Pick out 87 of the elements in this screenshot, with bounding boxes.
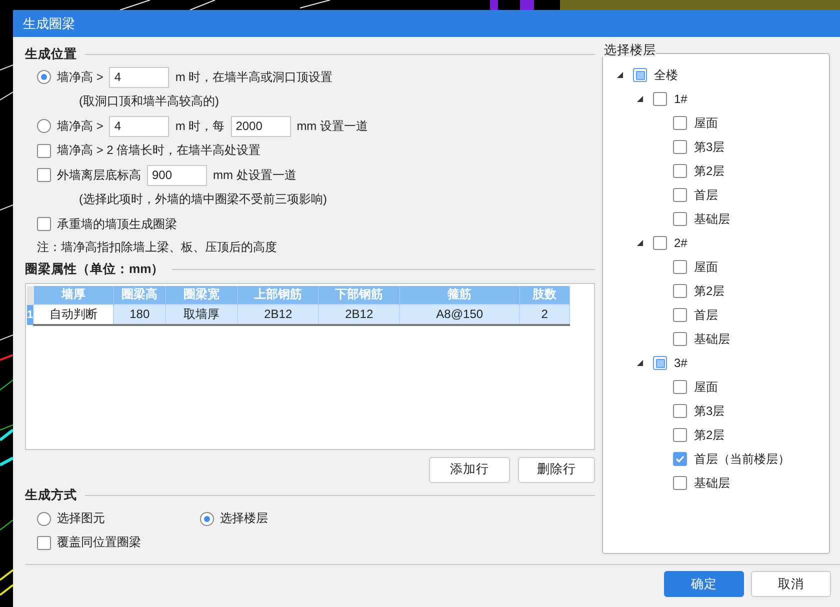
section-title: 生成方式 [25, 487, 77, 504]
section-title: 圈梁属性（单位：mm） [25, 261, 164, 278]
checkbox[interactable] [673, 404, 687, 418]
table-cell[interactable]: 取墙厚 [166, 304, 238, 324]
floor-label[interactable]: 首层（当前楼层） [694, 450, 790, 468]
floor-label[interactable]: 首层 [694, 306, 718, 324]
input-field[interactable]: 4 [109, 66, 170, 88]
cancel-button[interactable]: 取消 [751, 571, 831, 597]
option-label: 墙净高 > 2 倍墙长时，在墙半高处设置 [57, 142, 261, 160]
checkbox[interactable] [673, 212, 687, 226]
corner-cell [27, 286, 34, 304]
checkbox[interactable] [653, 356, 667, 370]
checkbox[interactable] [673, 164, 687, 178]
radio-button[interactable] [37, 70, 51, 84]
checkbox[interactable] [673, 476, 687, 490]
checkbox[interactable] [673, 188, 687, 202]
table-cell[interactable]: A8@150 [400, 304, 520, 324]
checkbox[interactable] [653, 92, 667, 106]
option-label: m 时，每 [175, 118, 225, 135]
floor-label[interactable]: 第2层 [694, 162, 725, 180]
checkmark-icon [675, 454, 685, 464]
note-text: 注：墙净高指扣除墙上梁、板、压顶后的高度 [37, 239, 277, 256]
checkbox[interactable] [673, 452, 687, 466]
checkbox[interactable] [673, 140, 687, 154]
option-label: 承重墙的墙顶生成圈梁 [57, 216, 177, 233]
checkbox[interactable] [653, 236, 667, 250]
checkbox[interactable] [673, 116, 687, 130]
input-field[interactable]: 2000 [230, 116, 291, 137]
partial-indicator [656, 358, 664, 368]
floor-label[interactable]: 第2层 [694, 282, 725, 300]
option-label: 墙净高 > [57, 118, 104, 135]
checkbox[interactable] [673, 284, 687, 298]
option-label: 墙净高 > [57, 68, 104, 86]
floor-label[interactable]: 屋面 [694, 114, 718, 132]
table-cell[interactable]: 自动判断 [34, 304, 114, 324]
floor-label[interactable]: 屋面 [694, 258, 718, 276]
option-label: m 时，在墙半高或洞口顶设置 [175, 68, 333, 86]
floor-label[interactable]: 1# [674, 92, 688, 106]
option-label: 外墙离层底标高 [57, 166, 141, 184]
option-label: mm 设置一道 [296, 118, 368, 135]
floor-label[interactable]: 基础层 [694, 330, 730, 348]
add-row-button[interactable]: 添加行 [429, 456, 510, 482]
checkbox[interactable] [37, 536, 51, 550]
floor-label[interactable]: 第3层 [694, 402, 725, 420]
hint-text: (取洞口顶和墙半高较高的) [78, 93, 219, 110]
expanded-triangle-icon[interactable] [637, 96, 643, 102]
delete-row-button[interactable]: 删除行 [518, 456, 595, 482]
checkbox[interactable] [673, 428, 687, 442]
table-cell[interactable]: 180 [114, 304, 166, 324]
option-label: 覆盖同位置圈梁 [57, 534, 141, 551]
group-title: 选择楼层 [602, 43, 656, 57]
floor-label[interactable]: 屋面 [694, 378, 718, 396]
floor-label[interactable]: 首层 [694, 186, 718, 204]
option-label: 选择图元 [57, 510, 105, 527]
floor-label[interactable]: 全楼 [654, 66, 678, 84]
checkbox[interactable] [37, 168, 51, 182]
radio-button[interactable] [37, 512, 51, 526]
checkbox[interactable] [673, 260, 687, 274]
partial-indicator [636, 70, 644, 80]
floor-label[interactable]: 3# [674, 356, 688, 370]
window-title: 生成圈梁 [13, 10, 840, 37]
expanded-triangle-icon[interactable] [637, 360, 643, 366]
ok-button[interactable]: 确定 [664, 571, 744, 597]
radio-button[interactable] [200, 512, 214, 526]
floor-label[interactable]: 基础层 [694, 210, 730, 228]
table-cell[interactable]: 2 [520, 304, 570, 324]
table-cell[interactable]: 2B12 [238, 304, 319, 324]
expanded-triangle-icon[interactable] [617, 72, 623, 78]
checkbox[interactable] [673, 380, 687, 394]
checkbox[interactable] [673, 308, 687, 322]
radio-button[interactable] [37, 119, 51, 134]
input-field[interactable]: 900 [147, 164, 207, 186]
checkbox[interactable] [633, 68, 647, 82]
expanded-triangle-icon[interactable] [637, 240, 643, 246]
checkbox[interactable] [673, 332, 687, 346]
table-cell[interactable]: 2B12 [318, 304, 400, 324]
floor-label[interactable]: 基础层 [694, 474, 730, 492]
floor-label[interactable]: 2# [674, 236, 688, 250]
section-title: 生成位置 [25, 46, 77, 62]
floor-label[interactable]: 第3层 [694, 138, 725, 156]
checkbox[interactable] [37, 144, 51, 158]
floor-label[interactable]: 第2层 [694, 426, 725, 444]
input-field[interactable]: 4 [109, 116, 170, 137]
hint-text: (选择此项时，外墙的墙中圈梁不受前三项影响) [78, 191, 327, 208]
option-label: 选择楼层 [220, 510, 268, 527]
checkbox[interactable] [37, 217, 51, 232]
option-label: mm 处设置一道 [213, 166, 296, 184]
